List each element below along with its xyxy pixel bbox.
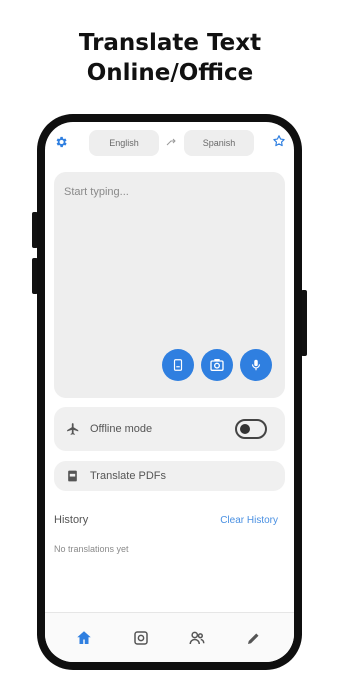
offline-mode-toggle[interactable] bbox=[235, 419, 267, 439]
translate-pdfs-label: Translate PDFs bbox=[90, 470, 167, 482]
microphone-icon bbox=[251, 359, 261, 371]
headline: Translate Text Online/Office bbox=[0, 28, 340, 88]
gear-icon[interactable] bbox=[54, 135, 68, 149]
camera-scan-icon[interactable] bbox=[132, 629, 150, 647]
offline-mode-label: Offline mode bbox=[90, 423, 153, 435]
app-screen: English Spanish Start typing... Offline … bbox=[45, 122, 294, 662]
home-icon[interactable] bbox=[75, 629, 93, 647]
history-heading: History bbox=[54, 514, 89, 526]
offline-mode-row[interactable]: Offline mode bbox=[54, 407, 285, 451]
headline-line-1: Translate Text bbox=[78, 30, 262, 56]
swap-icon[interactable] bbox=[165, 137, 177, 149]
translate-pdfs-row[interactable]: Translate PDFs bbox=[54, 461, 285, 491]
text-input-placeholder: Start typing... bbox=[64, 186, 129, 198]
airplane-icon bbox=[67, 423, 79, 435]
conversation-icon[interactable] bbox=[188, 629, 206, 647]
top-bar: English Spanish bbox=[45, 128, 294, 158]
clear-history-link[interactable]: Clear History bbox=[220, 515, 278, 526]
camera-translate-button[interactable] bbox=[201, 349, 233, 381]
bottom-navigation bbox=[45, 612, 294, 662]
pen-icon[interactable] bbox=[245, 629, 263, 647]
voice-input-button[interactable] bbox=[240, 349, 272, 381]
target-language-selector[interactable]: Spanish bbox=[184, 130, 254, 156]
history-empty-message: No translations yet bbox=[54, 544, 129, 554]
text-input-area[interactable]: Start typing... bbox=[54, 172, 285, 398]
headline-line-2: Online/Office bbox=[86, 60, 254, 86]
toggle-knob bbox=[240, 424, 250, 434]
camera-icon bbox=[210, 359, 224, 371]
source-language-selector[interactable]: English bbox=[89, 130, 159, 156]
document-icon bbox=[173, 359, 183, 371]
document-translate-button[interactable] bbox=[162, 349, 194, 381]
star-icon[interactable] bbox=[272, 134, 286, 148]
pdf-icon bbox=[68, 470, 77, 482]
